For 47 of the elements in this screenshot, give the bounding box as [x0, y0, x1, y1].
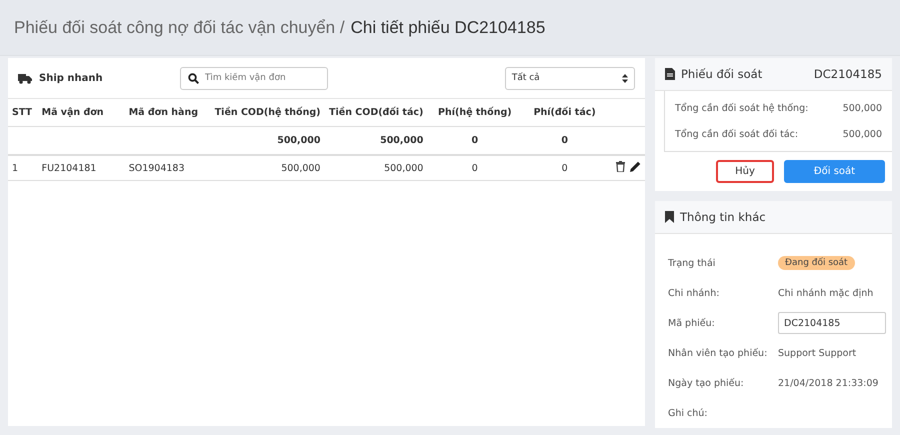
total-cell: 500,000: [324, 126, 428, 155]
table-cell: 1: [8, 155, 38, 180]
carrier-name: Ship nhanh: [39, 72, 103, 84]
field-value: Support Support: [778, 348, 856, 358]
trash-icon[interactable]: [616, 161, 625, 172]
column-header: STT: [8, 99, 38, 126]
table-cell: SO1904183: [124, 155, 211, 180]
table-cell: 0: [522, 155, 607, 180]
summary-label: Tổng cần đối soát hệ thống:: [675, 102, 808, 114]
panel-title: Phiếu đối soát: [681, 67, 762, 81]
cancel-button[interactable]: Hủy: [716, 160, 774, 183]
page-title: Chi tiết phiếu DC2104185: [350, 18, 546, 38]
total-cell: 500,000: [210, 126, 324, 155]
table-cell: FU2104181: [38, 155, 125, 180]
column-header: Phí(đối tác): [522, 99, 607, 126]
filter-dropdown[interactable]: Tất cả: [504, 66, 635, 90]
field-label: Ngày tạo phiếu:: [668, 376, 745, 390]
panel-title: Thông tin khác: [680, 210, 766, 224]
field-value: Chi nhánh mặc định: [778, 288, 874, 298]
column-header: Tiền COD(hệ thống): [210, 99, 324, 126]
field-label: Trạng thái: [668, 256, 716, 270]
field-label: Chi nhánh:: [668, 286, 720, 300]
column-header: Mã đơn hàng: [124, 99, 211, 126]
field-label: Nhân viên tạo phiếu:: [668, 346, 768, 360]
truck-icon: [18, 72, 32, 84]
column-header: Tiền COD(đối tác): [324, 99, 428, 126]
column-header: Phí(hệ thống): [427, 99, 522, 126]
total-cell: 0: [522, 126, 607, 155]
breadcrumb-link[interactable]: Phiếu đối soát công nợ đối tác vận chuyển /: [14, 18, 345, 38]
document-icon: [665, 68, 675, 80]
total-cell: 0: [427, 126, 522, 155]
table-cell: 500,000: [324, 155, 428, 180]
voucher-code: DC2104185: [814, 67, 882, 81]
field-value: 21/04/2018 21:33:09: [778, 378, 878, 388]
field-label: Mã phiếu:: [668, 316, 716, 330]
summary-value: 500,000: [842, 102, 882, 114]
status-badge: Đang đối soát: [778, 256, 855, 270]
bookmark-icon: [665, 211, 674, 223]
pencil-icon[interactable]: [630, 161, 641, 172]
field-label: Ghi chú:: [668, 406, 709, 420]
sort-caret-icon: [622, 74, 628, 82]
table-cell: 500,000: [210, 155, 324, 180]
summary-label: Tổng cần đối soát đối tác:: [675, 128, 798, 140]
code-input-field[interactable]: DC2104185: [778, 312, 886, 334]
column-header: Mã vận đơn: [38, 99, 125, 126]
summary-value: 500,000: [842, 128, 882, 140]
table-cell: 0: [427, 155, 522, 180]
